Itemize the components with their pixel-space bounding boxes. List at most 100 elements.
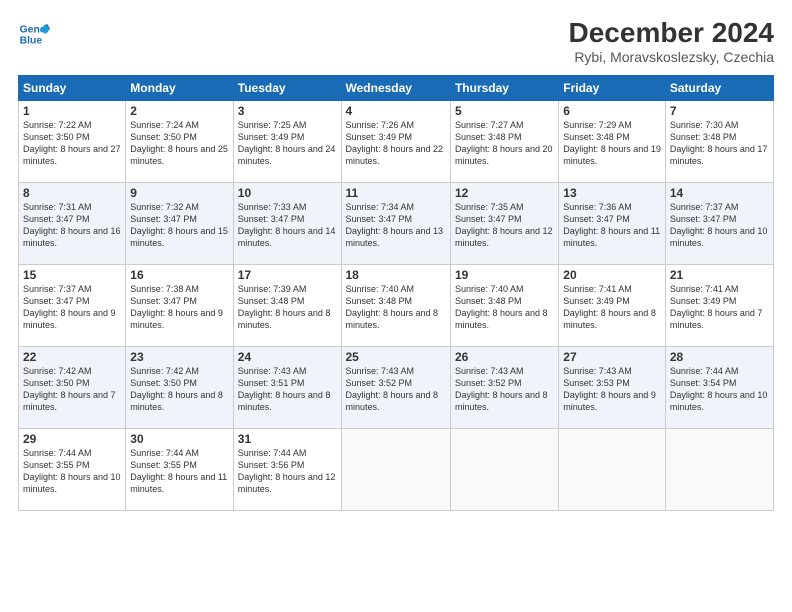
day-number: 26	[455, 350, 554, 364]
day-info: Sunrise: 7:41 AMSunset: 3:49 PMDaylight:…	[563, 284, 656, 330]
day-number: 13	[563, 186, 661, 200]
day-cell-w1-d1: 1 Sunrise: 7:22 AMSunset: 3:50 PMDayligh…	[19, 100, 126, 182]
day-cell-w1-d6: 6 Sunrise: 7:29 AMSunset: 3:48 PMDayligh…	[559, 100, 666, 182]
day-number: 18	[346, 268, 446, 282]
week-row-5: 29 Sunrise: 7:44 AMSunset: 3:55 PMDaylig…	[19, 428, 774, 510]
day-info: Sunrise: 7:43 AMSunset: 3:53 PMDaylight:…	[563, 366, 656, 412]
day-cell-w3-d5: 19 Sunrise: 7:40 AMSunset: 3:48 PMDaylig…	[450, 264, 558, 346]
day-info: Sunrise: 7:37 AMSunset: 3:47 PMDaylight:…	[23, 284, 116, 330]
day-info: Sunrise: 7:33 AMSunset: 3:47 PMDaylight:…	[238, 202, 336, 248]
day-cell-w4-d5: 26 Sunrise: 7:43 AMSunset: 3:52 PMDaylig…	[450, 346, 558, 428]
day-cell-w5-d2: 30 Sunrise: 7:44 AMSunset: 3:55 PMDaylig…	[126, 428, 233, 510]
day-info: Sunrise: 7:43 AMSunset: 3:52 PMDaylight:…	[455, 366, 548, 412]
day-number: 15	[23, 268, 121, 282]
day-number: 24	[238, 350, 337, 364]
day-number: 19	[455, 268, 554, 282]
month-title: December 2024	[569, 18, 774, 49]
day-cell-w2-d6: 13 Sunrise: 7:36 AMSunset: 3:47 PMDaylig…	[559, 182, 666, 264]
day-info: Sunrise: 7:41 AMSunset: 3:49 PMDaylight:…	[670, 284, 763, 330]
day-info: Sunrise: 7:36 AMSunset: 3:47 PMDaylight:…	[563, 202, 660, 248]
header: General Blue December 2024 Rybi, Moravsk…	[18, 18, 774, 65]
generalblue-logo-icon: General Blue	[18, 18, 50, 50]
calendar-table: Sunday Monday Tuesday Wednesday Thursday…	[18, 75, 774, 511]
location-title: Rybi, Moravskoslezsky, Czechia	[569, 49, 774, 65]
day-info: Sunrise: 7:40 AMSunset: 3:48 PMDaylight:…	[455, 284, 548, 330]
day-cell-w2-d3: 10 Sunrise: 7:33 AMSunset: 3:47 PMDaylig…	[233, 182, 341, 264]
day-cell-w1-d7: 7 Sunrise: 7:30 AMSunset: 3:48 PMDayligh…	[665, 100, 773, 182]
day-cell-w2-d4: 11 Sunrise: 7:34 AMSunset: 3:47 PMDaylig…	[341, 182, 450, 264]
day-number: 22	[23, 350, 121, 364]
col-friday: Friday	[559, 75, 666, 100]
day-info: Sunrise: 7:39 AMSunset: 3:48 PMDaylight:…	[238, 284, 331, 330]
day-info: Sunrise: 7:43 AMSunset: 3:51 PMDaylight:…	[238, 366, 331, 412]
col-saturday: Saturday	[665, 75, 773, 100]
day-number: 9	[130, 186, 228, 200]
day-info: Sunrise: 7:35 AMSunset: 3:47 PMDaylight:…	[455, 202, 553, 248]
page: General Blue December 2024 Rybi, Moravsk…	[0, 0, 792, 612]
day-cell-w4-d4: 25 Sunrise: 7:43 AMSunset: 3:52 PMDaylig…	[341, 346, 450, 428]
day-cell-w5-d3: 31 Sunrise: 7:44 AMSunset: 3:56 PMDaylig…	[233, 428, 341, 510]
week-row-2: 8 Sunrise: 7:31 AMSunset: 3:47 PMDayligh…	[19, 182, 774, 264]
day-cell-w4-d6: 27 Sunrise: 7:43 AMSunset: 3:53 PMDaylig…	[559, 346, 666, 428]
day-info: Sunrise: 7:25 AMSunset: 3:49 PMDaylight:…	[238, 120, 336, 166]
day-number: 28	[670, 350, 769, 364]
day-cell-w5-d7	[665, 428, 773, 510]
logo: General Blue	[18, 18, 50, 50]
day-info: Sunrise: 7:37 AMSunset: 3:47 PMDaylight:…	[670, 202, 768, 248]
day-info: Sunrise: 7:34 AMSunset: 3:47 PMDaylight:…	[346, 202, 444, 248]
day-cell-w5-d6	[559, 428, 666, 510]
day-cell-w3-d7: 21 Sunrise: 7:41 AMSunset: 3:49 PMDaylig…	[665, 264, 773, 346]
day-cell-w2-d7: 14 Sunrise: 7:37 AMSunset: 3:47 PMDaylig…	[665, 182, 773, 264]
day-number: 31	[238, 432, 337, 446]
day-info: Sunrise: 7:44 AMSunset: 3:55 PMDaylight:…	[130, 448, 227, 494]
day-number: 17	[238, 268, 337, 282]
day-cell-w3-d4: 18 Sunrise: 7:40 AMSunset: 3:48 PMDaylig…	[341, 264, 450, 346]
col-tuesday: Tuesday	[233, 75, 341, 100]
day-info: Sunrise: 7:42 AMSunset: 3:50 PMDaylight:…	[130, 366, 223, 412]
day-info: Sunrise: 7:44 AMSunset: 3:56 PMDaylight:…	[238, 448, 336, 494]
week-row-1: 1 Sunrise: 7:22 AMSunset: 3:50 PMDayligh…	[19, 100, 774, 182]
day-number: 29	[23, 432, 121, 446]
day-number: 1	[23, 104, 121, 118]
day-cell-w4-d3: 24 Sunrise: 7:43 AMSunset: 3:51 PMDaylig…	[233, 346, 341, 428]
day-number: 3	[238, 104, 337, 118]
col-monday: Monday	[126, 75, 233, 100]
day-cell-w4-d1: 22 Sunrise: 7:42 AMSunset: 3:50 PMDaylig…	[19, 346, 126, 428]
day-info: Sunrise: 7:43 AMSunset: 3:52 PMDaylight:…	[346, 366, 439, 412]
day-number: 14	[670, 186, 769, 200]
day-cell-w1-d4: 4 Sunrise: 7:26 AMSunset: 3:49 PMDayligh…	[341, 100, 450, 182]
day-cell-w2-d5: 12 Sunrise: 7:35 AMSunset: 3:47 PMDaylig…	[450, 182, 558, 264]
day-info: Sunrise: 7:29 AMSunset: 3:48 PMDaylight:…	[563, 120, 661, 166]
day-info: Sunrise: 7:31 AMSunset: 3:47 PMDaylight:…	[23, 202, 121, 248]
day-cell-w4-d7: 28 Sunrise: 7:44 AMSunset: 3:54 PMDaylig…	[665, 346, 773, 428]
calendar-header-row: Sunday Monday Tuesday Wednesday Thursday…	[19, 75, 774, 100]
day-info: Sunrise: 7:22 AMSunset: 3:50 PMDaylight:…	[23, 120, 121, 166]
title-block: December 2024 Rybi, Moravskoslezsky, Cze…	[569, 18, 774, 65]
day-cell-w5-d5	[450, 428, 558, 510]
day-number: 7	[670, 104, 769, 118]
day-cell-w1-d3: 3 Sunrise: 7:25 AMSunset: 3:49 PMDayligh…	[233, 100, 341, 182]
week-row-3: 15 Sunrise: 7:37 AMSunset: 3:47 PMDaylig…	[19, 264, 774, 346]
day-number: 11	[346, 186, 446, 200]
day-number: 20	[563, 268, 661, 282]
day-info: Sunrise: 7:42 AMSunset: 3:50 PMDaylight:…	[23, 366, 116, 412]
day-number: 10	[238, 186, 337, 200]
day-info: Sunrise: 7:32 AMSunset: 3:47 PMDaylight:…	[130, 202, 228, 248]
day-info: Sunrise: 7:30 AMSunset: 3:48 PMDaylight:…	[670, 120, 768, 166]
day-cell-w3-d1: 15 Sunrise: 7:37 AMSunset: 3:47 PMDaylig…	[19, 264, 126, 346]
week-row-4: 22 Sunrise: 7:42 AMSunset: 3:50 PMDaylig…	[19, 346, 774, 428]
day-cell-w4-d2: 23 Sunrise: 7:42 AMSunset: 3:50 PMDaylig…	[126, 346, 233, 428]
day-info: Sunrise: 7:44 AMSunset: 3:55 PMDaylight:…	[23, 448, 121, 494]
day-number: 27	[563, 350, 661, 364]
day-number: 21	[670, 268, 769, 282]
day-cell-w1-d5: 5 Sunrise: 7:27 AMSunset: 3:48 PMDayligh…	[450, 100, 558, 182]
day-info: Sunrise: 7:38 AMSunset: 3:47 PMDaylight:…	[130, 284, 223, 330]
day-cell-w3-d3: 17 Sunrise: 7:39 AMSunset: 3:48 PMDaylig…	[233, 264, 341, 346]
day-cell-w2-d2: 9 Sunrise: 7:32 AMSunset: 3:47 PMDayligh…	[126, 182, 233, 264]
col-thursday: Thursday	[450, 75, 558, 100]
svg-text:Blue: Blue	[20, 36, 43, 47]
day-cell-w2-d1: 8 Sunrise: 7:31 AMSunset: 3:47 PMDayligh…	[19, 182, 126, 264]
day-number: 5	[455, 104, 554, 118]
col-wednesday: Wednesday	[341, 75, 450, 100]
day-number: 25	[346, 350, 446, 364]
